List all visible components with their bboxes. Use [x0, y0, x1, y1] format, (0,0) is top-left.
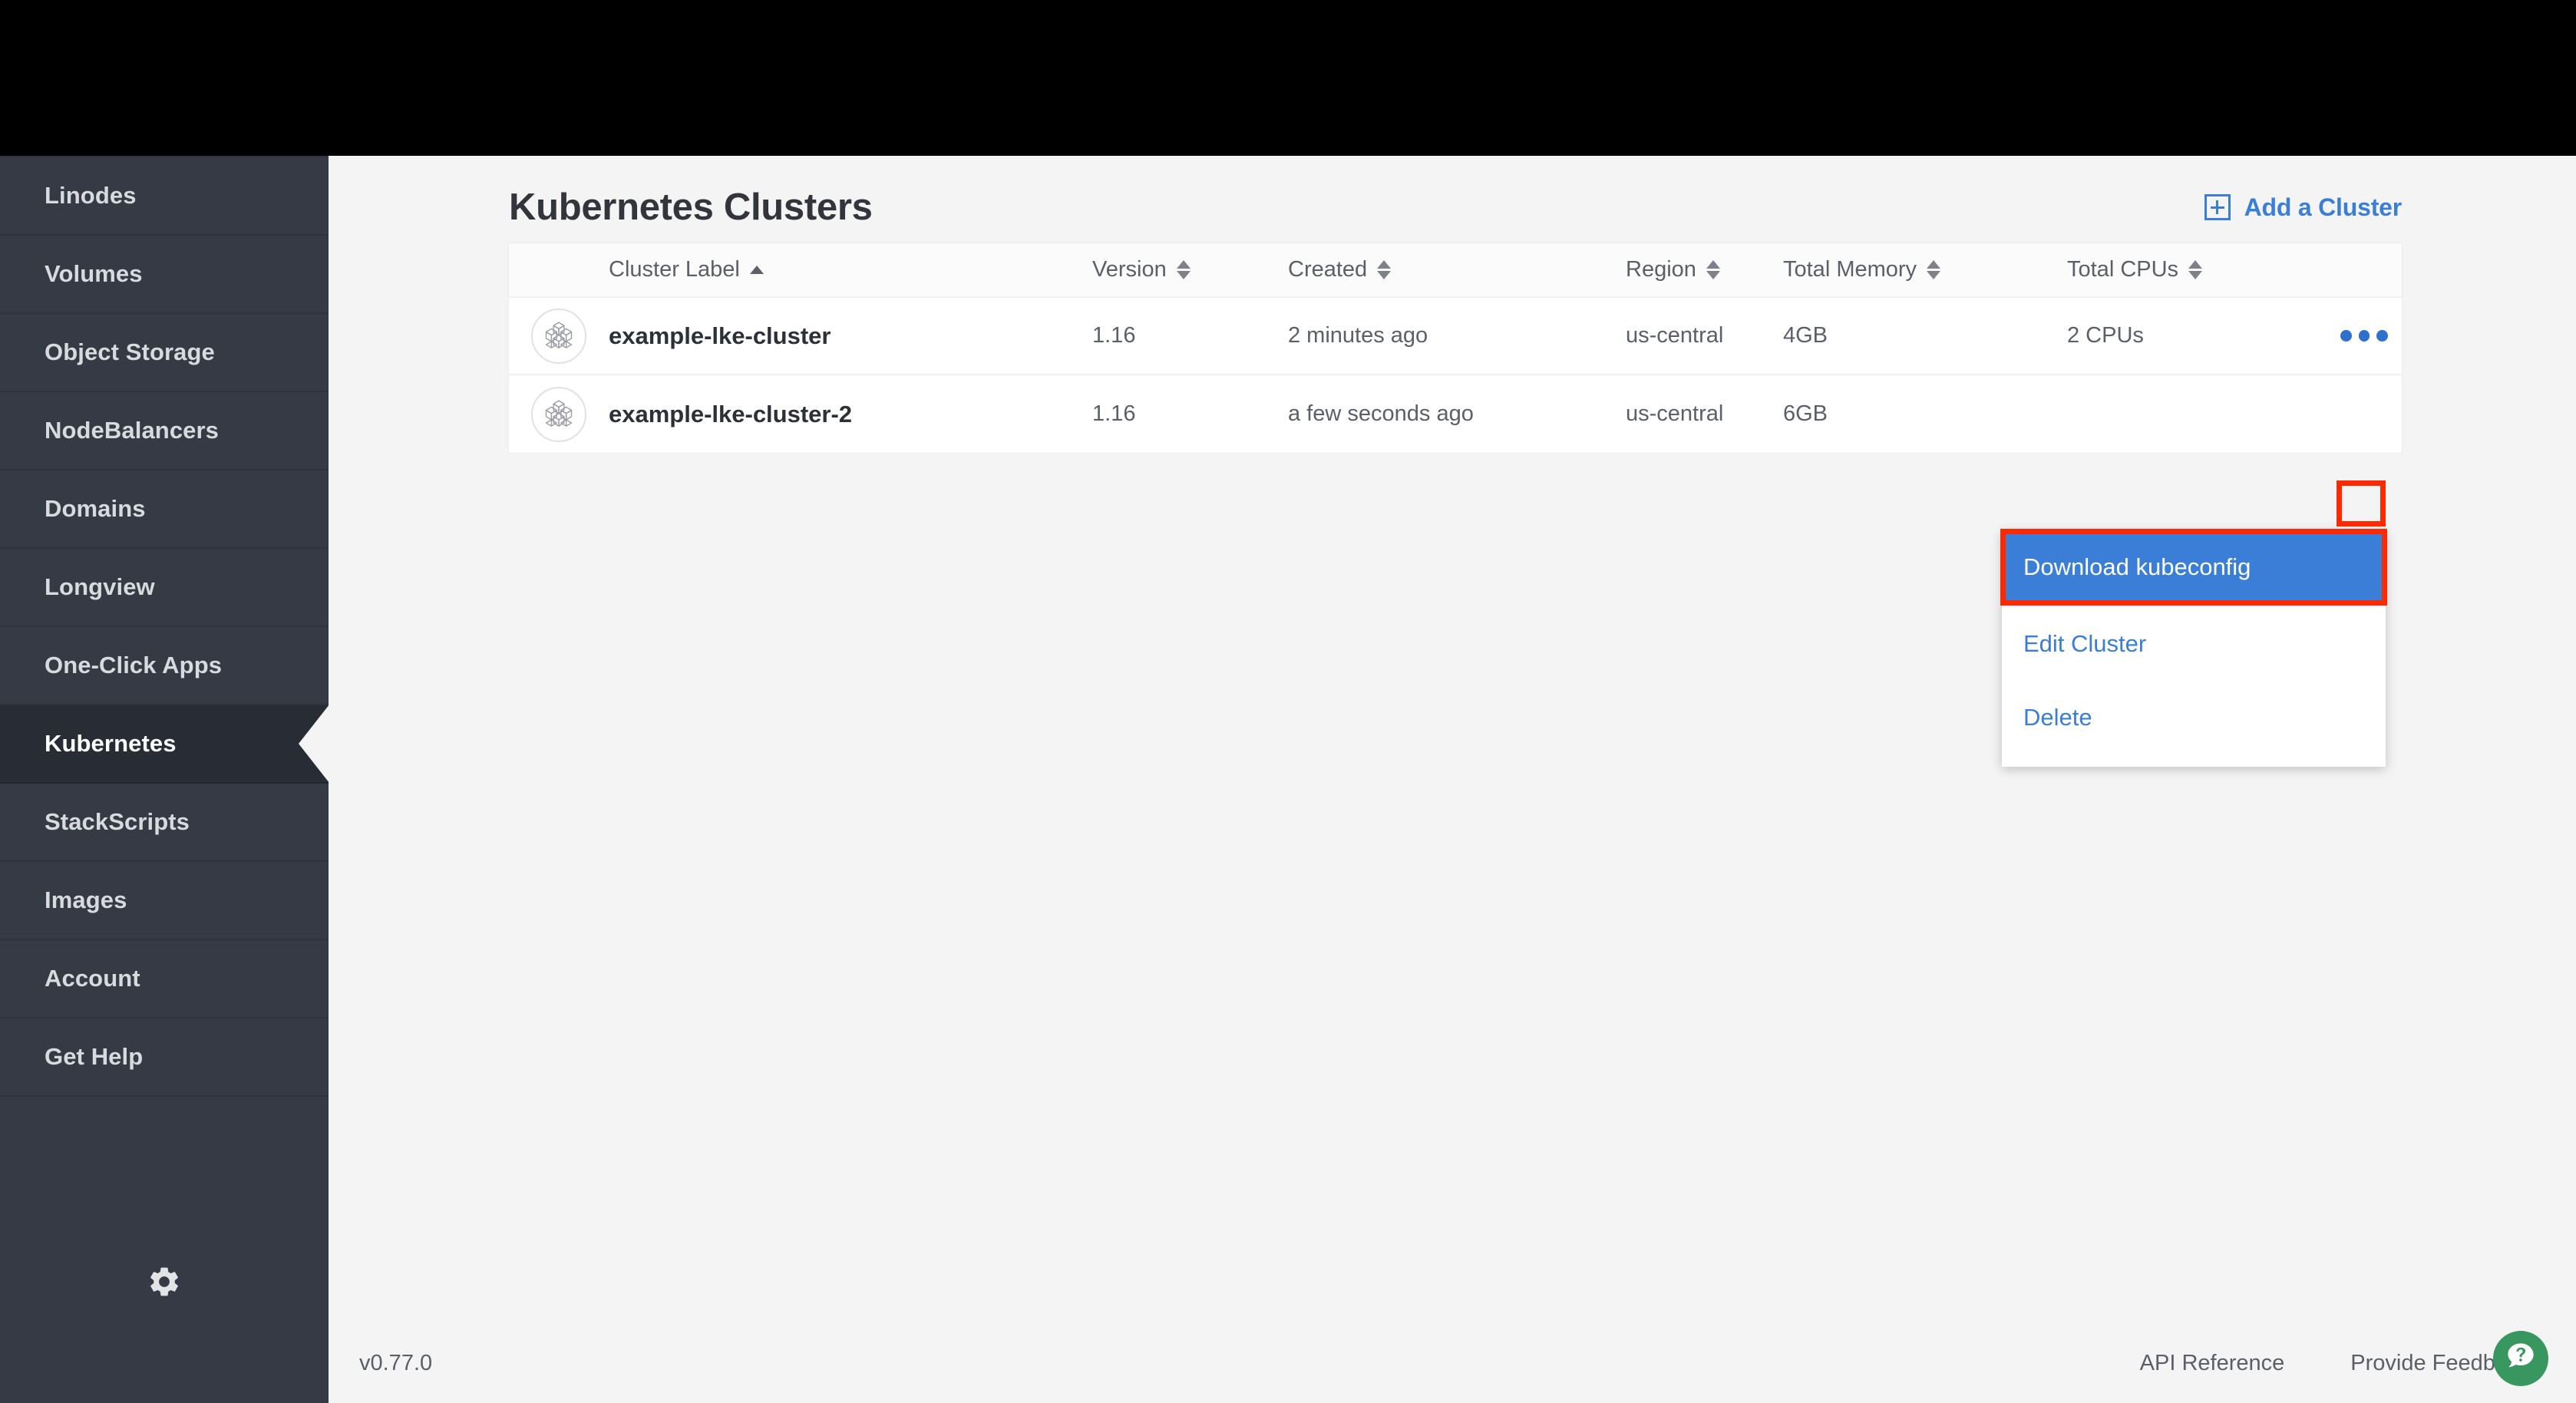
sidebar-item-object-storage[interactable]: Object Storage [0, 314, 329, 392]
page-title: Kubernetes Clusters [509, 187, 873, 228]
sidebar-settings-button[interactable] [0, 1264, 329, 1303]
kebab-menu-icon[interactable] [2340, 315, 2389, 357]
sidebar-item-longview[interactable]: Longview [0, 549, 329, 627]
sidebar-item-label: Domains [45, 495, 146, 522]
app-root: Linodes Volumes Object Storage NodeBalan… [0, 0, 2576, 1403]
add-cluster-button[interactable]: Add a Cluster [2204, 193, 2402, 222]
menu-item-delete[interactable]: Delete [2002, 681, 2386, 754]
sidebar-item-label: One-Click Apps [45, 652, 223, 678]
sort-icon [1927, 260, 1941, 279]
sidebar-nav-list: Linodes Volumes Object Storage NodeBalan… [0, 157, 329, 1097]
cell-actions [2290, 315, 2402, 357]
cluster-action-menu: Download kubeconfig Edit Cluster Delete [2002, 530, 2386, 767]
cell-total-cpus: 2 CPUs [2067, 323, 2144, 348]
cell-cluster-label: example-lke-cluster-2 [609, 400, 853, 428]
sidebar-item-label: Longview [45, 573, 155, 600]
sidebar: Linodes Volumes Object Storage NodeBalan… [0, 156, 329, 1403]
table-row[interactable]: example-lke-cluster 1.16 2 minutes ago u… [509, 298, 2402, 375]
sidebar-item-linodes[interactable]: Linodes [0, 157, 329, 236]
sidebar-item-stackscripts[interactable]: StackScripts [0, 784, 329, 862]
footer-link-api-reference[interactable]: API Reference [2140, 1351, 2285, 1376]
menu-item-edit-cluster[interactable]: Edit Cluster [2002, 607, 2386, 681]
table-row[interactable]: example-lke-cluster-2 1.16 a few seconds… [509, 375, 2402, 453]
cell-total-memory: 4GB [1783, 323, 1828, 348]
cell-version: 1.16 [1092, 401, 1136, 426]
plus-square-icon [2204, 194, 2231, 220]
sort-ascending-icon [749, 266, 764, 274]
kubernetes-cluster-icon [531, 386, 586, 442]
cell-total-memory: 6GB [1783, 401, 1828, 426]
kubernetes-cluster-icon [531, 308, 586, 364]
sort-icon [1377, 260, 1392, 279]
footer: v0.77.0 API Reference Provide Feedback [329, 1323, 2576, 1403]
menu-item-label: Delete [2023, 704, 2092, 731]
menu-item-label: Download kubeconfig [2023, 553, 2251, 580]
cell-version: 1.16 [1092, 323, 1136, 348]
sidebar-item-kubernetes[interactable]: Kubernetes [0, 705, 329, 784]
table-header-row: Cluster Label Version Created Region Tot… [509, 243, 2402, 298]
row-icon-cell [509, 308, 609, 364]
column-header-label: Version [1092, 257, 1167, 282]
help-question-icon [2502, 1339, 2539, 1379]
help-button[interactable] [2493, 1331, 2548, 1386]
column-header-version[interactable]: Version [1092, 257, 1288, 282]
sidebar-item-label: StackScripts [45, 808, 190, 835]
sidebar-item-volumes[interactable]: Volumes [0, 236, 329, 314]
add-cluster-label: Add a Cluster [2244, 193, 2403, 221]
sidebar-item-get-help[interactable]: Get Help [0, 1018, 329, 1097]
sort-icon [1706, 260, 1720, 279]
gear-icon [147, 1264, 182, 1303]
sidebar-item-domains[interactable]: Domains [0, 470, 329, 549]
column-header-label: Region [1626, 257, 1696, 282]
column-header-cluster-label[interactable]: Cluster Label [609, 257, 1092, 282]
sort-icon [2188, 260, 2203, 279]
column-header-label: Created [1288, 257, 1368, 282]
sort-icon [1176, 260, 1191, 279]
column-header-label: Cluster Label [609, 257, 740, 282]
sidebar-item-label: Object Storage [45, 338, 215, 365]
sidebar-item-label: Account [45, 965, 140, 992]
top-black-bar [0, 0, 2576, 156]
app-version: v0.77.0 [359, 1350, 433, 1375]
cell-region: us-central [1626, 401, 1724, 426]
sidebar-item-one-click-apps[interactable]: One-Click Apps [0, 627, 329, 705]
row-icon-cell [509, 386, 609, 442]
main-content: Kubernetes Clusters Add a Cluster Cluste… [329, 156, 2576, 1403]
sidebar-item-account[interactable]: Account [0, 940, 329, 1018]
column-header-total-memory[interactable]: Total Memory [1783, 257, 2067, 282]
sidebar-item-label: Linodes [45, 182, 137, 209]
sidebar-item-label: Get Help [45, 1043, 144, 1070]
sidebar-item-label: Kubernetes [45, 730, 177, 757]
sidebar-item-label: Images [45, 886, 127, 913]
column-header-created[interactable]: Created [1288, 257, 1626, 282]
menu-item-download-kubeconfig[interactable]: Download kubeconfig [2002, 530, 2386, 604]
menu-item-label: Edit Cluster [2023, 630, 2147, 657]
column-header-region[interactable]: Region [1626, 257, 1783, 282]
page-header: Kubernetes Clusters Add a Cluster [509, 174, 2402, 240]
cell-cluster-label: example-lke-cluster [609, 322, 831, 349]
cell-created: a few seconds ago [1288, 401, 1474, 426]
cell-created: 2 minutes ago [1288, 323, 1428, 348]
sidebar-item-label: NodeBalancers [45, 417, 220, 444]
column-header-label: Total CPUs [2067, 257, 2179, 282]
sidebar-item-label: Volumes [45, 260, 143, 287]
footer-links: API Reference Provide Feedback [2140, 1351, 2530, 1376]
sidebar-item-nodebalancers[interactable]: NodeBalancers [0, 392, 329, 470]
column-header-label: Total Memory [1783, 257, 1917, 282]
sidebar-item-images[interactable]: Images [0, 862, 329, 940]
highlight-box-kebab [2337, 480, 2386, 527]
column-header-total-cpus[interactable]: Total CPUs [2067, 257, 2290, 282]
clusters-table: Cluster Label Version Created Region Tot… [509, 243, 2402, 453]
cell-region: us-central [1626, 323, 1724, 348]
